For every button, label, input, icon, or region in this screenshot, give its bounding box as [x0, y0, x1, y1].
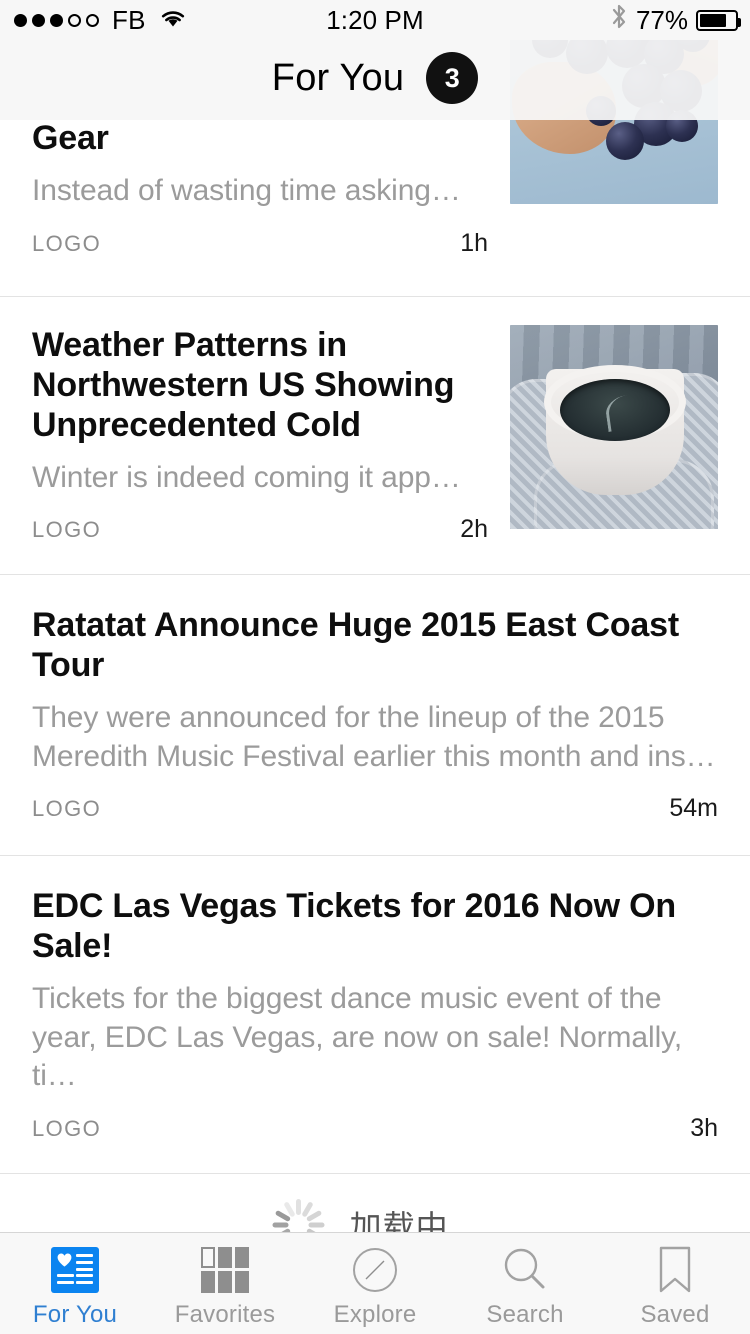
- tab-explore[interactable]: Explore: [300, 1233, 450, 1334]
- status-bar: FB 1:20 PM 77%: [0, 0, 750, 40]
- article-meta: LOGO 1h: [32, 229, 488, 258]
- battery-percent-label: 77%: [635, 4, 688, 35]
- phone-screen: Gear Instead of wasting time asking… LOG…: [0, 0, 750, 1334]
- tab-label: For You: [32, 1300, 118, 1328]
- article-timestamp: 3h: [690, 1113, 718, 1142]
- article-timestamp: 1h: [460, 228, 488, 257]
- tab-label: Search: [486, 1300, 564, 1328]
- article-title: Gear: [32, 119, 109, 157]
- article-summary: Winter is indeed coming it app…: [32, 460, 461, 494]
- magnifier-icon: [499, 1245, 551, 1295]
- article-thumbnail[interactable]: [510, 324, 718, 529]
- article-source-logo: LOGO: [32, 1115, 102, 1141]
- tab-saved[interactable]: Saved: [600, 1233, 750, 1334]
- article-title: Ratatat Announce Huge 2015 East Coast To…: [32, 606, 679, 685]
- article-title: EDC Las Vegas Tickets for 2016 Now On Sa…: [32, 887, 676, 966]
- loading-more-row: 加载中...: [0, 1172, 750, 1232]
- battery-icon: [696, 9, 741, 31]
- tab-search[interactable]: Search: [450, 1233, 600, 1334]
- bookmark-icon: [649, 1245, 701, 1295]
- compass-icon: [349, 1245, 401, 1295]
- tab-label: Favorites: [174, 1300, 276, 1328]
- article-row[interactable]: EDC Las Vegas Tickets for 2016 Now On Sa…: [0, 855, 750, 1173]
- page-title: For You: [271, 56, 405, 99]
- coffee-cup-mittens-photo: [510, 324, 718, 529]
- unread-count-badge[interactable]: 3: [426, 52, 479, 104]
- article-summary: They were announced for the lineup of th…: [32, 701, 716, 773]
- tab-for-you[interactable]: For You: [0, 1233, 150, 1334]
- article-meta: LOGO 54m: [32, 794, 718, 823]
- tab-label: Saved: [640, 1300, 710, 1328]
- article-title: Weather Patterns in Northwestern US Show…: [32, 325, 455, 444]
- article-summary: Tickets for the biggest dance music even…: [32, 982, 683, 1093]
- loading-spinner-icon: [272, 1198, 326, 1232]
- article-timestamp: 54m: [669, 794, 718, 823]
- bottom-tab-bar: For You Favorites Explore Search Saved: [0, 1232, 750, 1334]
- article-source-logo: LOGO: [32, 230, 102, 256]
- article-meta: LOGO 3h: [32, 1114, 718, 1143]
- bluetooth-icon: [610, 3, 628, 38]
- status-bar-right: 77%: [610, 3, 741, 38]
- article-meta: LOGO 2h: [32, 515, 488, 544]
- article-timestamp: 2h: [460, 515, 488, 544]
- article-row[interactable]: Ratatat Announce Huge 2015 East Coast To…: [0, 574, 750, 856]
- article-source-logo: LOGO: [32, 796, 102, 822]
- article-source-logo: LOGO: [32, 517, 102, 543]
- grid-squares-icon: [199, 1245, 251, 1295]
- article-summary: Instead of wasting time asking…: [32, 174, 461, 208]
- nav-bar: For You 3: [0, 40, 750, 120]
- loading-label: 加载中...: [349, 1209, 479, 1232]
- article-row[interactable]: Weather Patterns in Northwestern US Show…: [0, 295, 750, 575]
- article-feed-scroll[interactable]: Gear Instead of wasting time asking… LOG…: [0, 0, 750, 1232]
- heart-icon: [57, 1253, 72, 1267]
- tab-favorites[interactable]: Favorites: [150, 1233, 300, 1334]
- foryou-list-heart-icon: [49, 1245, 101, 1295]
- tab-label: Explore: [333, 1300, 417, 1328]
